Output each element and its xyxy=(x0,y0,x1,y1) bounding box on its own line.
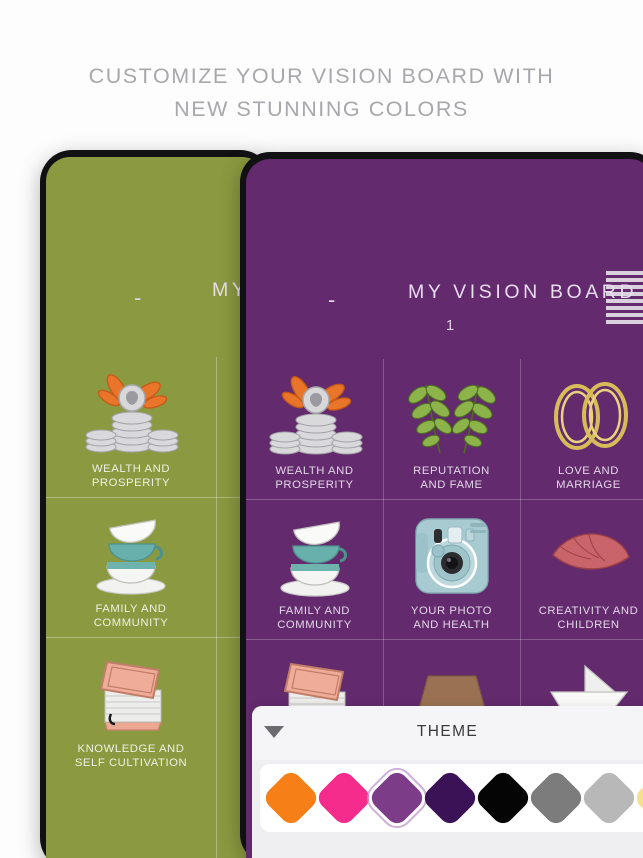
theme-panel-header: THEME xyxy=(252,706,643,760)
theme-swatch-black[interactable] xyxy=(473,768,533,828)
theme-swatch-light-gray[interactable] xyxy=(579,768,639,828)
phone-back-screen: - MY VISION BOARD xyxy=(46,157,266,858)
front-tile-creativity[interactable]: CREATIVITY AND CHILDREN xyxy=(520,499,643,639)
back-appbar: - MY VISION BOARD xyxy=(46,257,266,337)
laurel-leaves-icon xyxy=(383,367,520,463)
front-tile-love[interactable]: LOVE AND MARRIAGE xyxy=(520,359,643,499)
back-divider-v1 xyxy=(216,357,217,858)
front-appbar: - MY VISION BOARD 1 xyxy=(246,259,643,339)
back-tile-caption: KNOWLEDGE AND SELF CULTIVATION xyxy=(74,743,188,769)
front-tile-photo-health[interactable]: YOUR PHOTO AND HEALTH xyxy=(383,499,520,639)
front-tile-caption: FAMILY AND COMMUNITY xyxy=(277,605,352,631)
theme-swatch-dark-purple[interactable] xyxy=(420,768,480,828)
back-tile-caption: WEALTH AND PROSPERITY xyxy=(91,463,171,489)
instant-camera-icon xyxy=(383,507,520,603)
phone-back: - MY VISION BOARD xyxy=(40,150,272,858)
front-page-number: 1 xyxy=(445,317,455,334)
front-tile-caption: CREATIVITY AND CHILDREN xyxy=(538,605,639,631)
theme-panel: THEME xyxy=(252,706,643,858)
stacked-teacups-icon xyxy=(46,505,216,601)
stacked-teacups-icon xyxy=(246,507,383,603)
front-tile-caption: YOUR PHOTO AND HEALTH xyxy=(410,605,493,631)
front-tile-family[interactable]: FAMILY AND COMMUNITY xyxy=(246,499,383,639)
promo-screenshot: CUSTOMIZE YOUR VISION BOARD WITH NEW STU… xyxy=(0,0,643,858)
theme-swatch-list[interactable] xyxy=(260,764,643,832)
front-tile-caption: WEALTH AND PROSPERITY xyxy=(275,465,354,491)
back-tile-wealth[interactable]: WEALTH AND PROSPERITY xyxy=(46,357,216,497)
theme-swatch-magenta[interactable] xyxy=(314,768,374,828)
theme-swatch-gray[interactable] xyxy=(526,768,586,828)
theme-swatch-purple[interactable] xyxy=(367,768,427,828)
front-tile-caption: LOVE AND MARRIAGE xyxy=(556,465,621,491)
coins-and-koi-icon xyxy=(246,367,383,463)
front-tile-caption: REPUTATION AND FAME xyxy=(413,465,490,491)
back-minus-button[interactable]: - xyxy=(134,287,141,309)
front-board-title: MY VISION BOARD xyxy=(408,281,638,303)
back-tile-grid: WEALTH AND PROSPERITY FAMILY AND COMMUNI… xyxy=(46,357,266,858)
wedding-rings-icon xyxy=(520,367,643,463)
theme-panel-title: THEME xyxy=(416,723,479,740)
coins-and-koi-icon xyxy=(46,365,216,461)
front-tile-wealth[interactable]: WEALTH AND PROSPERITY xyxy=(246,359,383,499)
paper-fan-icon xyxy=(520,507,643,603)
back-tile-caption: FAMILY AND COMMUNITY xyxy=(93,603,169,629)
back-tile-family[interactable]: FAMILY AND COMMUNITY xyxy=(46,497,216,637)
back-tile-knowledge[interactable]: KNOWLEDGE AND SELF CULTIVATION xyxy=(46,637,216,777)
front-tile-reputation[interactable]: REPUTATION AND FAME xyxy=(383,359,520,499)
theme-swatch-orange[interactable] xyxy=(261,768,321,828)
headline: CUSTOMIZE YOUR VISION BOARD WITH NEW STU… xyxy=(88,64,555,121)
front-minus-button[interactable]: - xyxy=(328,289,335,311)
book-icon xyxy=(46,645,216,741)
